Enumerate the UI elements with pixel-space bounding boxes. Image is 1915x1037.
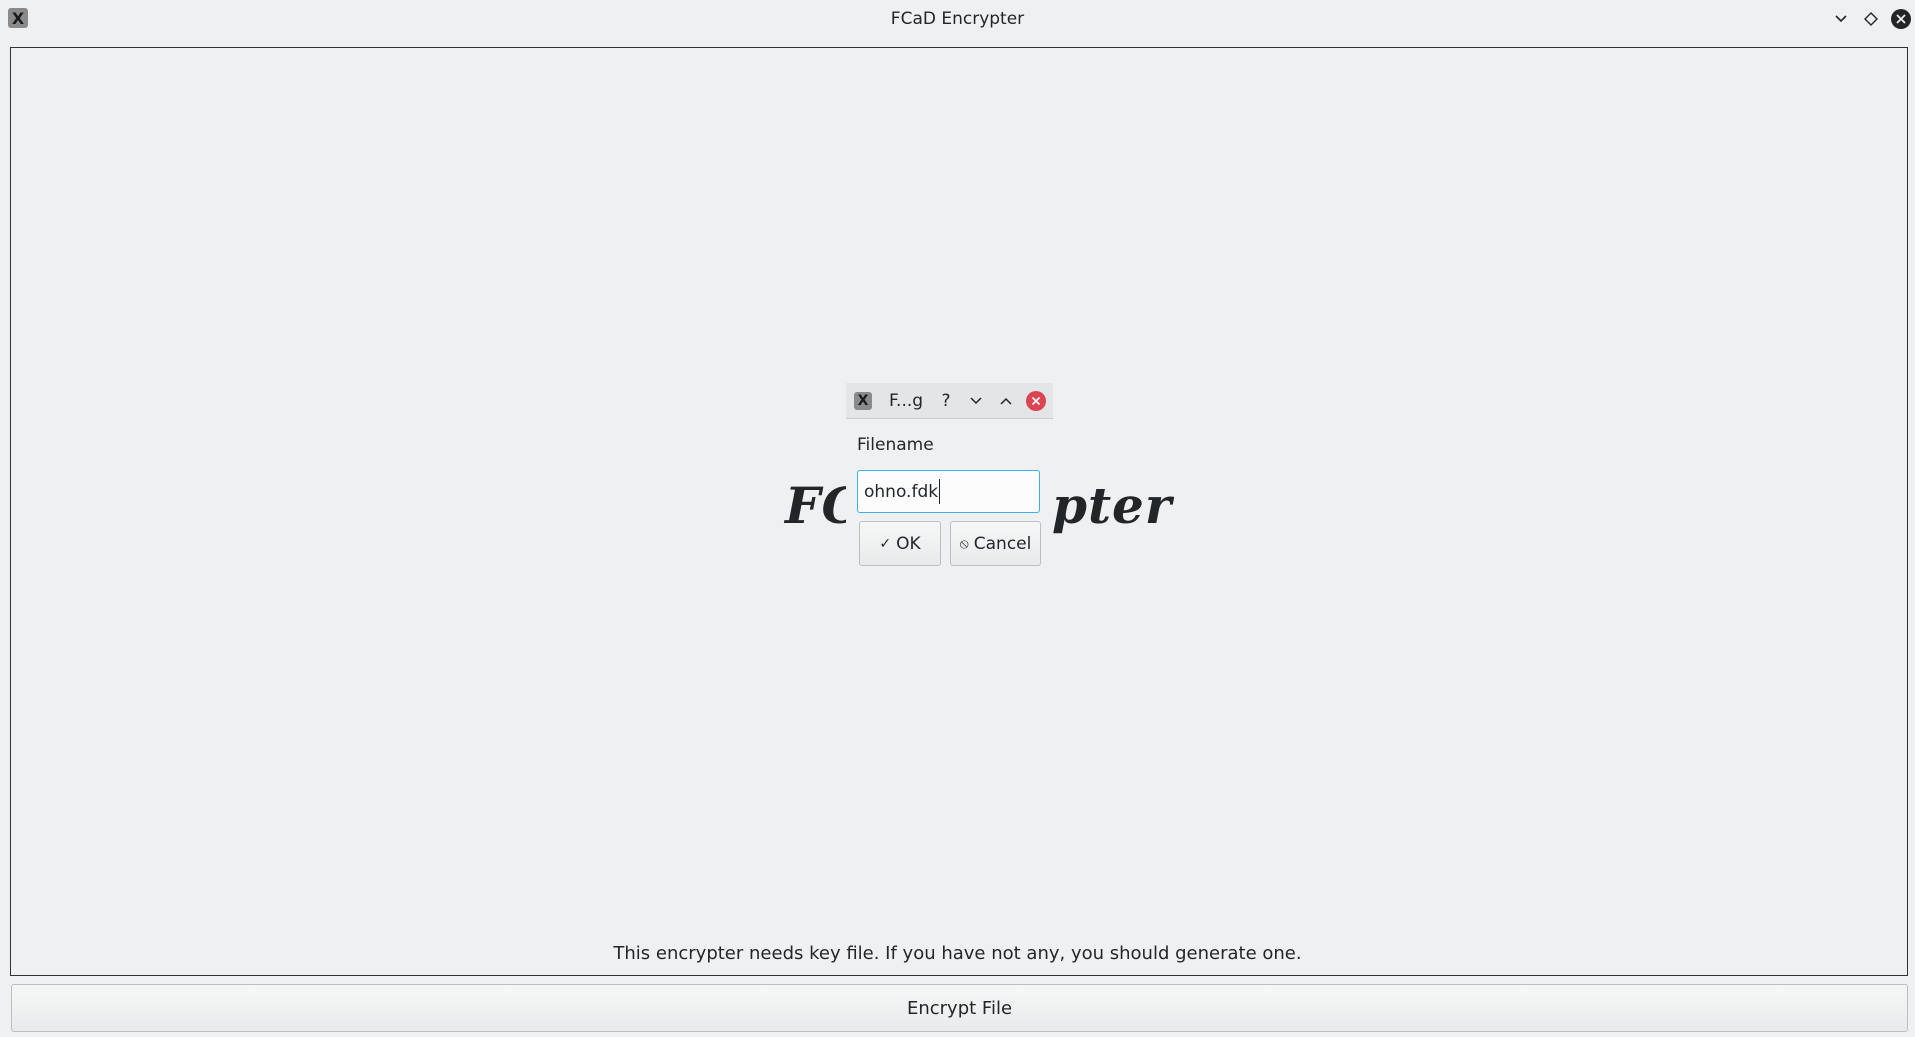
app-logo-text-right: pter <box>1052 476 1173 535</box>
checkmark-icon: ✓ <box>879 535 892 552</box>
close-icon[interactable] <box>1890 8 1912 30</box>
maximize-icon[interactable] <box>1860 8 1882 30</box>
help-icon[interactable]: ? <box>936 391 956 411</box>
status-message: This encrypter needs key file. If you ha… <box>613 943 1302 964</box>
minimize-icon[interactable] <box>1830 8 1852 30</box>
window-title: FCaD Encrypter <box>890 9 1025 29</box>
filename-dialog: X F...g ? Filename ✓ OK ⦸ Cancel <box>846 383 1053 569</box>
window-titlebar: X FCaD Encrypter <box>0 0 1915 40</box>
encrypt-file-button[interactable]: Encrypt File <box>11 984 1908 1032</box>
dialog-minimize-icon[interactable] <box>966 391 986 411</box>
cancel-button[interactable]: ⦸ Cancel <box>950 521 1041 566</box>
cancel-button-label: Cancel <box>973 533 1032 554</box>
ok-button[interactable]: ✓ OK <box>859 521 941 566</box>
dialog-maximize-icon[interactable] <box>996 391 1016 411</box>
filename-input[interactable] <box>857 470 1040 513</box>
dialog-app-icon[interactable]: X <box>854 392 872 410</box>
dialog-title: F...g <box>889 391 924 411</box>
cancel-icon: ⦸ <box>959 535 969 552</box>
ok-button-label: OK <box>896 533 921 554</box>
dialog-close-icon[interactable] <box>1026 391 1046 411</box>
dialog-titlebar: X F...g ? <box>846 383 1053 419</box>
filename-label: Filename <box>857 435 934 455</box>
text-caret <box>939 479 940 504</box>
